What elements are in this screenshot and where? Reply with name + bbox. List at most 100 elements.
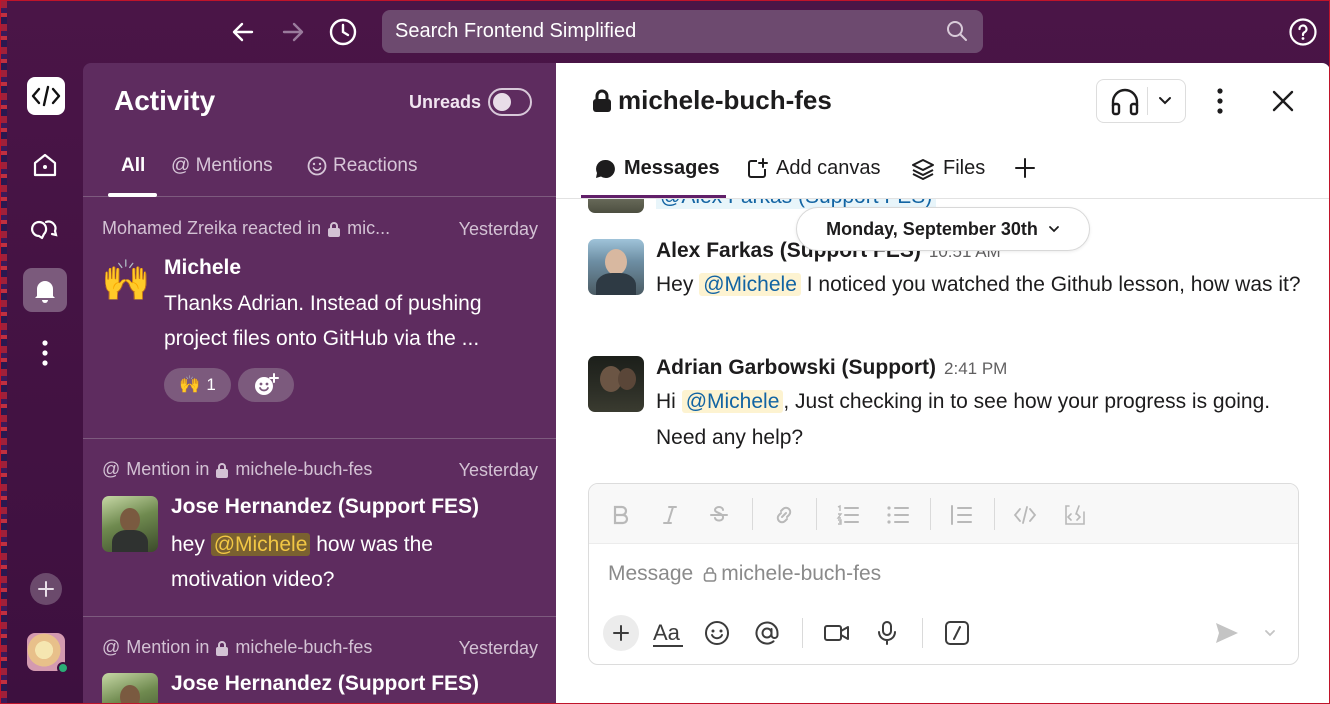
activity-panel: Activity Unreads All @ Mentions Reaction…: [83, 63, 556, 703]
link-icon: [776, 506, 792, 524]
layers-icon: [912, 158, 934, 180]
video-icon: [824, 625, 849, 641]
mention-button[interactable]: [751, 617, 783, 649]
message-composer[interactable]: Message michele-buch-fes Aa: [588, 483, 1299, 665]
toolbar-separator: [816, 498, 817, 530]
composer-separator: [802, 618, 803, 648]
forward-button[interactable]: [277, 16, 309, 48]
mention-chip[interactable]: @Michele: [681, 390, 784, 413]
link-button[interactable]: [770, 501, 798, 529]
close-button[interactable]: [1268, 85, 1298, 117]
tab-messages-label: Messages: [624, 157, 720, 179]
unreads-toggle[interactable]: [488, 88, 532, 116]
add-tab-button[interactable]: [1014, 157, 1036, 179]
text-after: I noticed you watched the Github lesson,…: [806, 273, 1301, 296]
huddle-button[interactable]: [1096, 79, 1186, 123]
tab-mentions[interactable]: @ Mentions: [171, 155, 273, 177]
blockquote-button[interactable]: [947, 501, 975, 529]
author-avatar[interactable]: [588, 356, 644, 412]
tab-reactions[interactable]: Reactions: [307, 155, 418, 177]
tab-active-indicator: [108, 193, 157, 197]
back-button[interactable]: [227, 16, 259, 48]
activity-item[interactable]: Mohamed Zreika reacted in mic... Yesterd…: [83, 198, 556, 438]
item-author: Jose Hernandez (Support FES): [171, 495, 480, 518]
author-avatar[interactable]: [588, 239, 644, 295]
rail-activity[interactable]: [23, 268, 67, 312]
search-input[interactable]: Search Frontend Simplified: [382, 10, 983, 53]
channel-title[interactable]: michele-buch-fes: [592, 85, 832, 116]
reaction-emoji: 🙌: [179, 375, 201, 394]
italic-icon: [663, 506, 677, 524]
tab-messages[interactable]: Messages: [594, 157, 720, 180]
code-logo-icon: [31, 85, 61, 107]
bell-icon: [35, 281, 55, 303]
date-divider-button[interactable]: Monday, September 30th: [796, 207, 1090, 251]
formatting-toggle-button[interactable]: Aa: [651, 617, 685, 649]
audio-clip-button[interactable]: [871, 617, 903, 649]
attach-button[interactable]: [603, 615, 639, 651]
rail-home[interactable]: [23, 143, 67, 187]
shortcuts-button[interactable]: [941, 617, 973, 649]
lock-icon: [703, 567, 717, 582]
message-author[interactable]: Adrian Garbowski (Support) 2:41 PM: [656, 356, 1007, 380]
add-workspace-button[interactable]: [30, 573, 62, 605]
code-block-button[interactable]: [1061, 501, 1089, 529]
code-icon: [1013, 506, 1037, 524]
search-placeholder: Search Frontend Simplified: [395, 20, 637, 42]
workspace-logo[interactable]: [27, 77, 65, 115]
tab-add-canvas[interactable]: Add canvas: [746, 157, 881, 180]
send-button[interactable]: [1213, 619, 1241, 647]
toggle-knob: [493, 93, 511, 111]
bulleted-list-button[interactable]: [884, 501, 912, 529]
huddle-separator: [1147, 87, 1148, 115]
mention-chip[interactable]: @Michele: [699, 273, 801, 296]
ordered-list-button[interactable]: [834, 501, 862, 529]
tab-all-label: All: [121, 155, 146, 176]
top-bar: Search Frontend Simplified: [1, 1, 1329, 63]
blockquote-icon: [951, 505, 972, 525]
message-time[interactable]: 2:41 PM: [944, 359, 1007, 378]
text-format-icon: Aa: [653, 620, 683, 647]
tab-files[interactable]: Files: [911, 157, 985, 180]
arrow-right-icon: [282, 22, 304, 42]
reaction-pill[interactable]: 🙌 1: [164, 368, 231, 402]
activity-item[interactable]: @ Mention in michele-buch-fes Yesterday …: [83, 617, 556, 703]
partial-avatar: [588, 199, 644, 213]
help-icon: [1289, 18, 1317, 46]
bulleted-list-icon: [887, 506, 909, 524]
help-button[interactable]: [1287, 16, 1319, 48]
emoji-button[interactable]: [701, 617, 733, 649]
send-options-button[interactable]: [1259, 619, 1281, 647]
channel-more-button[interactable]: [1206, 85, 1234, 117]
send-icon: [1216, 623, 1238, 643]
channel-name: michele-buch-fes: [618, 85, 832, 115]
tab-all[interactable]: All: [121, 155, 145, 177]
message-list[interactable]: @Alex Farkas (Support FES) Monday, Septe…: [556, 199, 1329, 481]
tab-mentions-label: @ Mentions: [171, 155, 273, 176]
bold-button[interactable]: [607, 501, 635, 529]
user-avatar[interactable]: [27, 633, 69, 674]
mention-chip[interactable]: @Michele: [210, 533, 311, 556]
unreads-label: Unreads: [409, 92, 482, 112]
item-channel: michele-buch-fes: [235, 637, 373, 657]
more-vertical-icon: [1217, 88, 1223, 114]
add-reaction-button[interactable]: [238, 368, 294, 402]
video-clip-button[interactable]: [821, 617, 853, 649]
emoji-icon: [705, 621, 729, 645]
item-meta: @ Mention in michele-buch-fes: [102, 459, 372, 480]
composer-placeholder[interactable]: Message michele-buch-fes: [608, 562, 881, 586]
italic-button[interactable]: [656, 501, 684, 529]
rail-dms[interactable]: [23, 207, 67, 251]
rail-more[interactable]: [23, 331, 67, 375]
add-reaction-icon: [255, 373, 279, 395]
text-before: Hi: [656, 390, 676, 413]
code-button[interactable]: [1011, 501, 1039, 529]
item-meta-text: Mohamed Zreika reacted in: [102, 218, 322, 238]
item-author: Jose Hernandez (Support FES): [171, 672, 480, 695]
strikethrough-button[interactable]: [705, 501, 733, 529]
close-icon: [1272, 90, 1294, 112]
history-button[interactable]: [327, 16, 359, 48]
headphones-icon: [1111, 88, 1139, 116]
activity-item[interactable]: @ Mention in michele-buch-fes Yesterday …: [83, 439, 556, 616]
tab-add-canvas-label: Add canvas: [776, 157, 881, 179]
